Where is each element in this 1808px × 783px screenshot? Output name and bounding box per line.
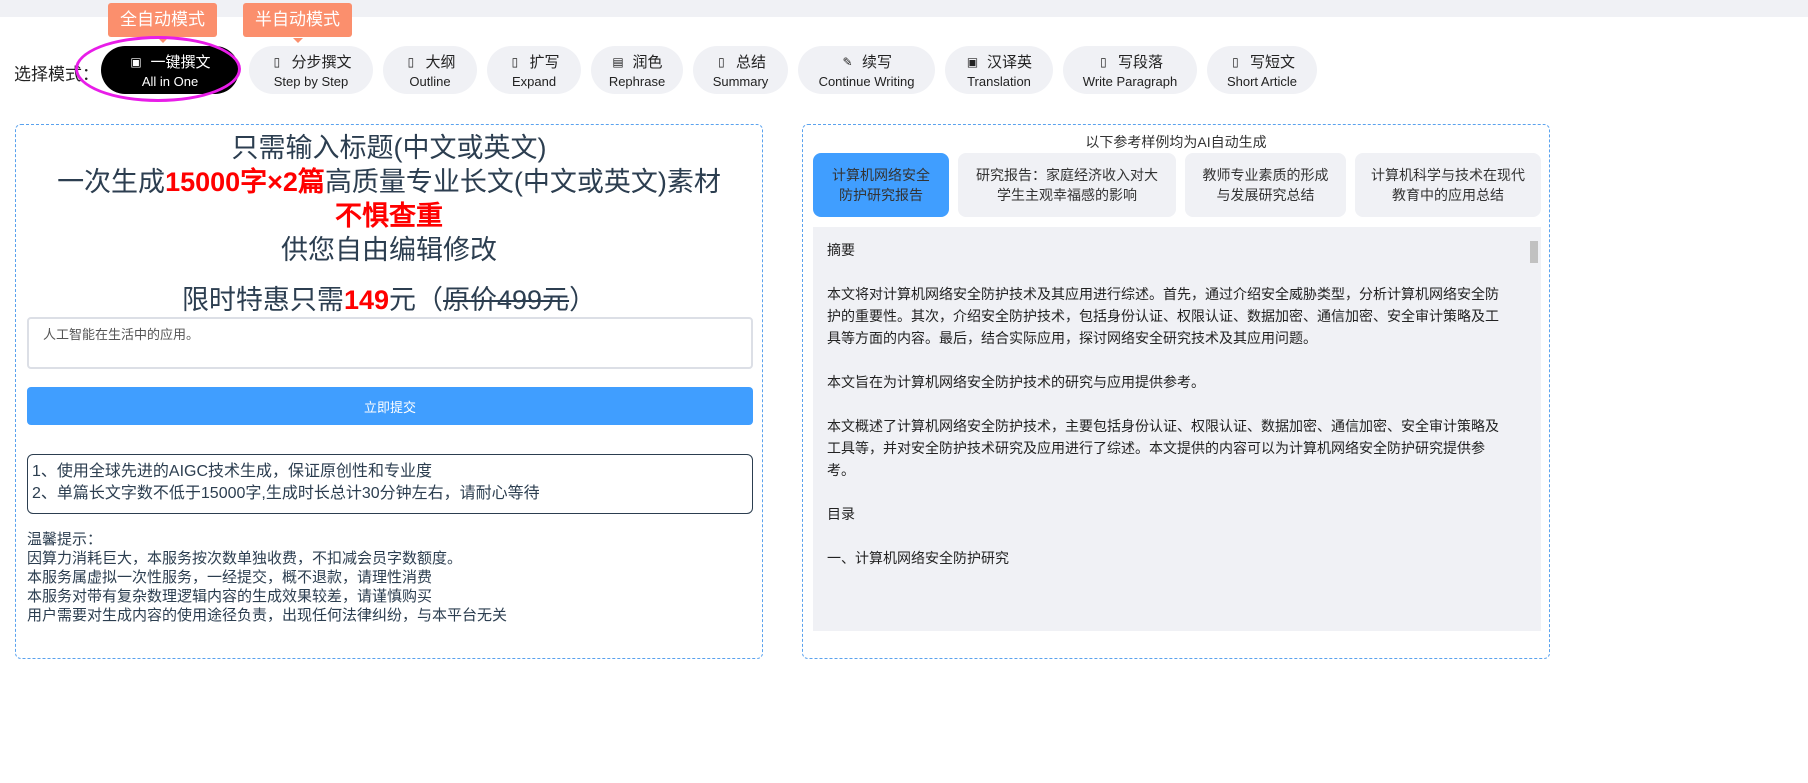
price-text: 限时特惠只需 [181,285,344,315]
content-paragraph: 本文将对计算机网络安全防护技术及其应用进行综述。首先，通过介绍安全威胁类型，分析… [827,286,1499,346]
content-paragraph: 摘要 [827,242,855,258]
tip-item: 用户需要对生成内容的使用途径负责，出现任何法律纠纷，与本平台无关 [27,607,508,624]
edit-document-icon: ▯ [511,54,519,69]
scrollbar[interactable] [1529,235,1539,623]
tip-item: 本服务属虚拟一次性服务，一经提交，概不退款，请理性消费 [27,569,433,586]
notice-item: 2、单篇长文字数不低于15000字,生成时长总计30分钟左右，请耐心等待 [32,485,540,502]
content-paragraph: 一、计算机网络安全防护研究 [827,550,1009,566]
sample-tab-4[interactable]: 计算机科学与技术在现代教育中的应用总结 [1355,153,1541,217]
headline-highlight: 15000字×2篇 [165,167,325,197]
mode-label-cn: 汉译英 [986,54,1032,71]
paragraph-icon: ▯ [1100,54,1107,69]
mode-short-article[interactable]: ▯ 写短文 Short Article [1207,46,1317,94]
mode-outline[interactable]: ▯ 大纲 Outline [383,46,477,94]
price-line: 限时特惠只需149元（原价499元） [16,283,762,317]
mode-label-en: Summary [712,74,769,89]
mode-label-en: Short Article [1226,74,1298,89]
mode-label-en: Expand [511,74,557,89]
document-icon: ▯ [718,54,725,69]
samples-panel: 以下参考样例均为AI自动生成 计算机网络安全防护研究报告 研究报告：家庭经济收入… [802,124,1550,659]
content-paragraph: 本文概述了计算机网络安全防护技术，主要包括身份认证、权限认证、数据加密、通信加密… [827,418,1499,478]
original-price: 原价499元 [443,285,570,315]
mode-label-en: Rephrase [608,74,666,89]
headline-3: 不惧查重 [335,201,443,231]
mode-label-cn: 分步撰文 [291,54,352,71]
mode-summary[interactable]: ▯ 总结 Summary [693,46,788,94]
headline-text: 一次生成 [57,167,166,197]
mode-bar: ▣ 一键撰文 All in One ▯ 分步撰文 Step by Step ▯ 大纲 Out… [101,46,1317,94]
sample-content: 摘要 本文将对计算机网络安全防护技术及其应用进行综述。首先，通过介绍安全威胁类型… [813,227,1541,631]
generate-panel: 只需输入标题(中文或英文) 一次生成15000字×2篇高质量专业长文(中文或英文… [15,124,763,659]
mode-label-en: Continue Writing [818,74,915,89]
mode-label-cn: 续写 [861,54,892,71]
headline-1: 只需输入标题(中文或英文) [231,133,547,163]
sample-tabs: 计算机网络安全防护研究报告 研究报告：家庭经济收入对大学生主观幸福感的影响 教师… [813,153,1541,217]
mode-rephrase[interactable]: ▤ 润色 Rephrase [591,46,683,94]
mode-label-cn: 写段落 [1117,54,1163,71]
auto-mode-tag: 全自动模式 [108,3,217,43]
mode-label-cn: 写短文 [1249,54,1295,71]
mode-expand[interactable]: ▯ 扩写 Expand [487,46,581,94]
pen-icon: ✎ [842,54,853,69]
headline-text: 高质量专业长文(中文或英文)素材 [324,167,721,197]
mode-label-en: Step by Step [273,74,349,89]
notice-box: 1、使用全球先进的AIGC技术生成，保证原创性和专业度 2、单篇长文字数不低于1… [27,454,753,514]
sample-tab-3[interactable]: 教师专业素质的形成与发展研究总结 [1185,153,1346,217]
mode-label-cn: 扩写 [529,54,560,71]
price-text: ） [569,285,597,315]
title-input[interactable] [27,317,753,369]
sample-tab-1[interactable]: 计算机网络安全防护研究报告 [813,153,949,217]
document-icon: ▯ [273,54,281,69]
notice-item: 1、使用全球先进的AIGC技术生成，保证原创性和专业度 [32,463,433,480]
mode-translation[interactable]: ▣ 汉译英 Translation [945,46,1053,94]
sample-tab-2[interactable]: 研究报告：家庭经济收入对大学生主观幸福感的影响 [958,153,1176,217]
list-icon: ▤ [612,54,624,69]
mode-write-paragraph[interactable]: ▯ 写段落 Write Paragraph [1063,46,1197,94]
mode-label-en: Write Paragraph [1082,74,1178,89]
mode-label-cn: 润色 [632,54,663,71]
price-text: 元（ [389,285,443,315]
document-plus-icon: ▯ [407,54,415,69]
submit-button[interactable]: 立即提交 [27,387,753,425]
mode-label-en: Translation [967,74,1031,89]
mode-label-cn: 大纲 [425,54,456,71]
tips: 温馨提示： 因算力消耗巨大，本服务按次数单独收费，不扣减会员字数额度。 本服务属… [27,530,507,625]
scrollbar-thumb[interactable] [1530,241,1538,263]
content-paragraph: 目录 [827,506,855,522]
paragraph-icon: ▯ [1232,54,1239,69]
headline-2: 一次生成15000字×2篇高质量专业长文(中文或英文)素材 [16,165,762,199]
semi-auto-mode-tag: 半自动模式 [243,3,352,43]
samples-heading: 以下参考样例均为AI自动生成 [1085,134,1267,150]
price-value: 149 [343,285,389,315]
translate-icon: ▣ [966,54,979,69]
tips-title: 温馨提示： [27,531,103,548]
highlight-ring [75,36,241,102]
content-paragraph: 本文旨在为计算机网络安全防护技术的研究与应用提供参考。 [827,374,1205,390]
mode-label-cn: 总结 [735,54,766,71]
tip-item: 因算力消耗巨大，本服务按次数单独收费，不扣减会员字数额度。 [27,550,463,567]
headline-4: 供您自由编辑修改 [281,235,497,265]
tip-item: 本服务对带有复杂数理逻辑内容的生成效果较差，请谨慎购买 [27,588,433,605]
mode-continue-writing[interactable]: ✎ 续写 Continue Writing [798,46,935,94]
mode-step-by-step[interactable]: ▯ 分步撰文 Step by Step [249,46,373,94]
mode-label-en: Outline [409,74,451,89]
